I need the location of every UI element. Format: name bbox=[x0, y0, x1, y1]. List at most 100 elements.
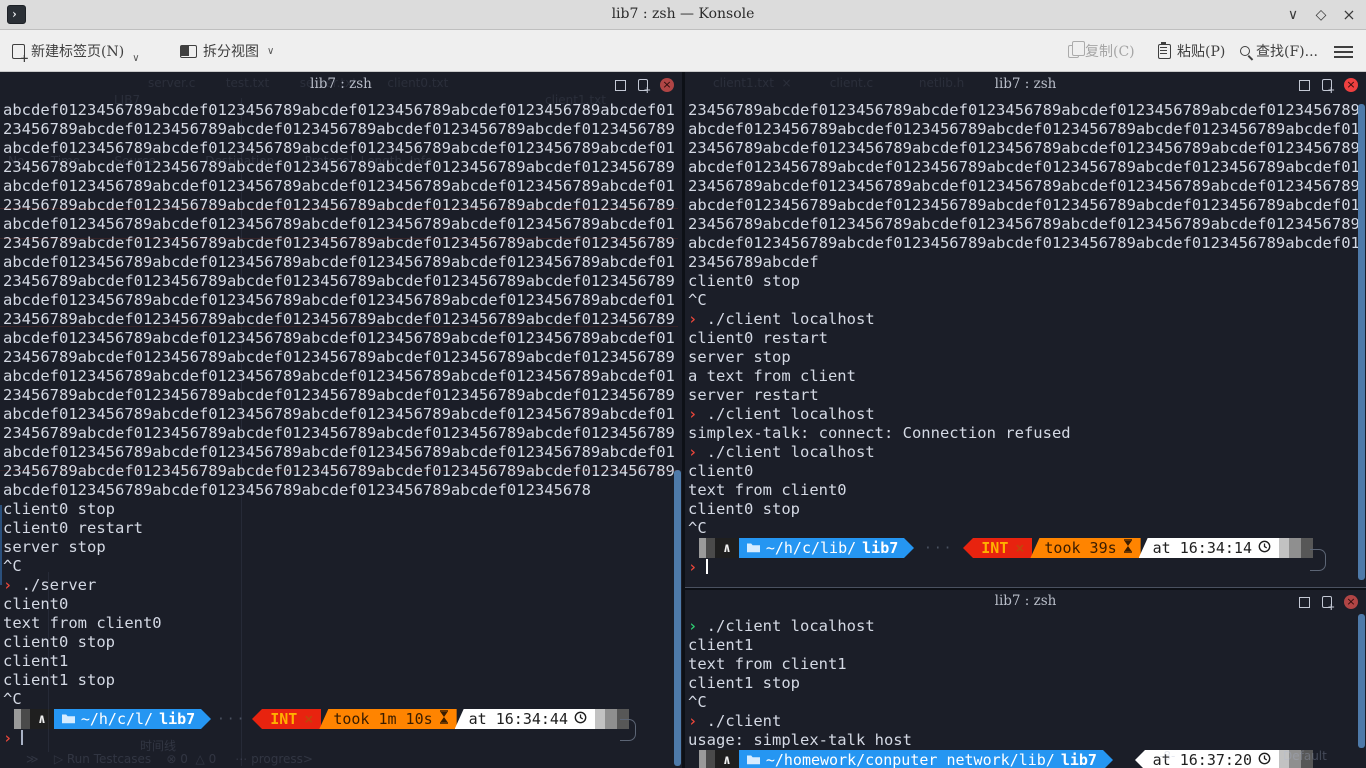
terminal-line: › bbox=[3, 729, 682, 748]
terminal-pane-right-bottom[interactable]: lib7 : zsh × › ./client localhostclient1… bbox=[685, 590, 1366, 768]
split-view-label: 拆分视图 bbox=[203, 41, 259, 61]
prompt-path-last: lib7 bbox=[862, 539, 898, 558]
terminal-output[interactable]: 23456789abcdef0123456789abcdef0123456789… bbox=[685, 98, 1366, 587]
new-tab-button[interactable]: 新建标签页(N) ∨ bbox=[12, 38, 140, 64]
prompt-gap-dots bbox=[1113, 750, 1135, 768]
terminal-line: client0 bbox=[3, 595, 682, 614]
text-cursor bbox=[706, 559, 708, 574]
time-label: at 16:37:20 bbox=[1153, 751, 1252, 768]
terminal-pane-right-top[interactable]: lib7 : zsh × 23456789abcdef0123456789abc… bbox=[685, 72, 1366, 587]
prompt-path-last: lib7 bbox=[159, 710, 195, 729]
terminal-line: a text from client bbox=[688, 367, 1366, 386]
prompt-chip bbox=[1279, 538, 1289, 558]
powerline-notch bbox=[252, 709, 262, 729]
terminal-line: client0 bbox=[688, 462, 1366, 481]
paste-button[interactable]: 粘贴(P) bbox=[1158, 38, 1225, 64]
duration-label: took 1m 10s bbox=[333, 710, 432, 729]
clock-icon bbox=[1258, 539, 1271, 558]
terminal-line: text from client0 bbox=[3, 614, 682, 633]
terminal-line: client1 bbox=[688, 636, 1366, 655]
folder-icon bbox=[747, 539, 760, 558]
find-label: 查找(F)... bbox=[1256, 41, 1318, 61]
search-icon bbox=[1240, 46, 1250, 56]
prompt-exit-status: INT× bbox=[973, 538, 1032, 558]
copy-button[interactable]: 复制(C) bbox=[1068, 38, 1135, 64]
powerline-prompt: ∧~/h/c/l/lib7···INT×took 1m 10sat 16:34:… bbox=[14, 709, 629, 729]
close-pane-icon[interactable]: × bbox=[1344, 595, 1358, 609]
terminal-line: client1 stop bbox=[3, 671, 682, 690]
terminal-line: ^C bbox=[3, 690, 682, 709]
terminal-line: client0 stop bbox=[3, 633, 682, 652]
split-view-button[interactable]: 拆分视图 ∨ bbox=[180, 38, 274, 64]
expand-pane-icon[interactable] bbox=[1299, 597, 1310, 608]
find-button[interactable]: 查找(F)... bbox=[1240, 38, 1318, 64]
terminal-line: abcdef0123456789abcdef0123456789abcdef01… bbox=[3, 253, 682, 272]
shell-prompt-arrow: › bbox=[688, 443, 697, 461]
terminal-line: ^C bbox=[688, 291, 1366, 310]
terminal-line: client0 restart bbox=[688, 329, 1366, 348]
prompt-chip bbox=[706, 538, 715, 558]
prompt-frame-bracket bbox=[1310, 549, 1326, 571]
close-pane-icon[interactable]: × bbox=[660, 78, 674, 92]
scrollbar[interactable] bbox=[1358, 104, 1365, 580]
terminal-line: ^C bbox=[3, 557, 682, 576]
terminal-line: 23456789abcdef bbox=[688, 253, 1366, 272]
konsole-window: lib7 : zsh — Konsole ∨ ◇ × 新建标签页(N) ∨ 拆分… bbox=[0, 0, 1366, 768]
new-tab-pane-icon[interactable] bbox=[638, 79, 648, 91]
scrollbar[interactable] bbox=[674, 470, 681, 766]
terminal-line: ^C bbox=[688, 693, 1366, 712]
terminal-pane-left[interactable]: lib7 : zsh × abcdef0123456789abcdef01234… bbox=[0, 72, 682, 768]
terminal-line: abcdef0123456789abcdef0123456789abcdef01… bbox=[3, 329, 682, 348]
shell-prompt-arrow: › bbox=[688, 405, 697, 423]
window-titlebar[interactable]: lib7 : zsh — Konsole ∨ ◇ × bbox=[0, 0, 1366, 30]
terminal-line: client0 stop bbox=[688, 500, 1366, 519]
terminal-line: client0 restart bbox=[3, 519, 682, 538]
prompt-gap-dots: ··· bbox=[211, 709, 252, 729]
pane-header[interactable]: lib7 : zsh × bbox=[685, 590, 1366, 614]
pane-header[interactable]: lib7 : zsh × bbox=[685, 72, 1366, 98]
terminal-line: abcdef0123456789abcdef0123456789abcdef01… bbox=[3, 481, 682, 500]
clock-icon bbox=[1258, 751, 1271, 768]
terminal-output[interactable]: abcdef0123456789abcdef0123456789abcdef01… bbox=[0, 98, 682, 768]
prompt-frame-bracket bbox=[620, 719, 636, 741]
terminal-line: client1 stop bbox=[688, 674, 1366, 693]
prompt-path-last: lib7 bbox=[1061, 751, 1097, 768]
scrollbar[interactable] bbox=[1358, 614, 1365, 748]
prompt-directory-segment: ~/h/c/l/lib7 bbox=[54, 709, 201, 729]
pane-title: lib7 : zsh bbox=[685, 593, 1366, 609]
terminal-line: server stop bbox=[3, 538, 682, 557]
duration-label: took 39s bbox=[1044, 539, 1116, 558]
terminal-line: › ./server bbox=[3, 576, 682, 595]
pane-title: lib7 : zsh bbox=[685, 76, 1366, 92]
window-close-button[interactable]: × bbox=[1338, 4, 1360, 26]
expand-pane-icon[interactable] bbox=[1299, 80, 1310, 91]
terminal-line: abcdef0123456789abcdef0123456789abcdef01… bbox=[688, 120, 1366, 139]
shell-prompt-arrow: › bbox=[688, 617, 697, 635]
failure-x-icon: × bbox=[1015, 539, 1024, 558]
expand-pane-icon[interactable] bbox=[615, 80, 626, 91]
pane-header[interactable]: lib7 : zsh × bbox=[0, 72, 682, 98]
terminal-line: abcdef0123456789abcdef0123456789abcdef01… bbox=[3, 291, 682, 310]
window-minimize-button[interactable]: ∨ bbox=[1282, 4, 1304, 26]
window-maximize-button[interactable]: ◇ bbox=[1310, 4, 1332, 26]
terminal-line: abcdef0123456789abcdef0123456789abcdef01… bbox=[3, 443, 682, 462]
terminal-line: 23456789abcdef0123456789abcdef0123456789… bbox=[688, 139, 1366, 158]
terminal-line: abcdef0123456789abcdef0123456789abcdef01… bbox=[3, 101, 682, 120]
new-tab-pane-icon[interactable] bbox=[1322, 79, 1332, 91]
terminal-line: › ./client localhost bbox=[688, 310, 1366, 329]
pane-title: lib7 : zsh bbox=[0, 76, 682, 92]
terminal-line: 23456789abcdef0123456789abcdef0123456789… bbox=[3, 272, 682, 291]
terminal-output[interactable]: › ./client localhostclient1text from cli… bbox=[685, 614, 1366, 768]
menu-button[interactable] bbox=[1334, 38, 1353, 64]
prompt-time-segment: at 16:34:14 bbox=[1139, 538, 1279, 558]
new-tab-pane-icon[interactable] bbox=[1322, 596, 1332, 608]
terminal-line: client0 stop bbox=[3, 500, 682, 519]
split-view-icon bbox=[180, 45, 197, 58]
prompt-exit-status: INT× bbox=[262, 709, 321, 729]
close-pane-icon[interactable]: × bbox=[1344, 78, 1358, 92]
terminal-line: › ./client localhost bbox=[688, 617, 1366, 636]
prompt-path: ~/h/c/l/ bbox=[81, 710, 153, 729]
prompt-chip bbox=[605, 709, 617, 729]
terminal-line: simplex-talk: connect: Connection refuse… bbox=[688, 424, 1366, 443]
prompt-duration-segment: took 1m 10s bbox=[319, 709, 456, 729]
